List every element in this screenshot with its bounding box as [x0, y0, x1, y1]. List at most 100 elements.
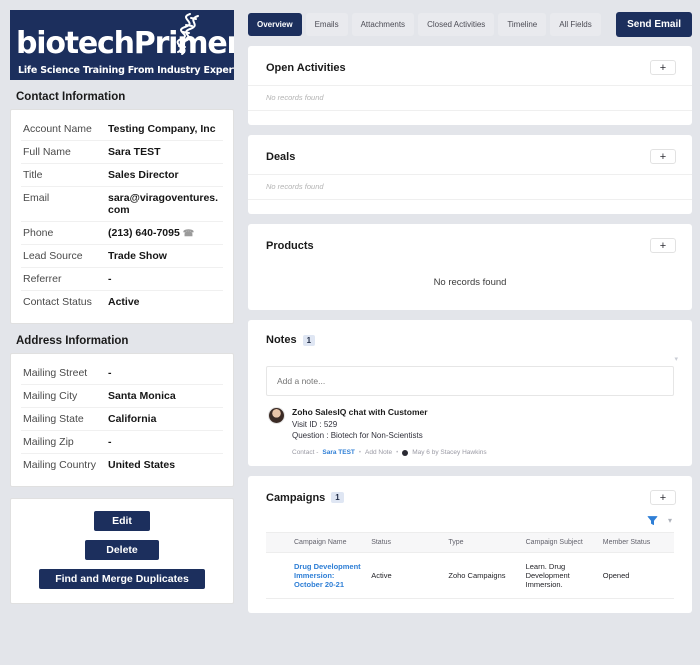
note-meta-row: Contact - Sara TEST • Add Note • May 6 b… — [292, 449, 674, 456]
campaigns-col-status: Status — [365, 533, 442, 553]
campaigns-col-campaign-subject: Campaign Subject — [520, 533, 597, 553]
field-value: sara@viragoventures.com — [108, 192, 223, 216]
note-author-avatar — [268, 407, 285, 424]
field-row-contact-status: Contact Status Active — [21, 291, 223, 313]
send-email-button[interactable]: Send Email — [616, 12, 692, 37]
campaigns-table: Campaign Name Status Type Campaign Subje… — [266, 532, 674, 599]
add-note-input[interactable] — [266, 366, 674, 396]
products-header: Products + — [248, 224, 692, 263]
campaigns-cell-spacer — [266, 553, 288, 599]
field-value: - — [108, 367, 112, 379]
field-label: Mailing Zip — [23, 436, 108, 448]
deals-header: Deals + — [248, 135, 692, 174]
contact-information-heading: Contact Information — [16, 91, 234, 103]
open-activities-card: Open Activities + No records found — [248, 46, 692, 125]
notes-card: Notes 1 ▾ Zoho SalesIQ chat with Custome… — [248, 320, 692, 466]
tab-emails[interactable]: Emails — [306, 13, 348, 36]
field-row-phone: Phone (213) 640-7095☎ — [21, 222, 223, 245]
campaigns-cell-status: Active — [365, 553, 442, 599]
phone-number-text: (213) 640-7095 — [108, 227, 180, 239]
note-meta-contact-label: Contact - — [292, 449, 318, 456]
delete-button[interactable]: Delete — [85, 540, 159, 560]
logo-tagline: Life Science Training From Industry Expe… — [18, 65, 234, 76]
notes-count-badge: 1 — [303, 335, 315, 346]
field-row-email: Email sara@viragoventures.com — [21, 187, 223, 222]
field-label: Title — [23, 169, 108, 181]
field-label: Full Name — [23, 146, 108, 158]
right-panel: Overview Emails Attachments Closed Activ… — [242, 0, 700, 665]
tab-closed-activities[interactable]: Closed Activities — [418, 13, 494, 36]
field-row-full-name: Full Name Sara TEST — [21, 141, 223, 164]
field-value: Active — [108, 296, 140, 308]
campaigns-cell-subject: Learn. Drug Development Immersion. — [520, 553, 597, 599]
campaigns-cell-type: Zoho Campaigns — [442, 553, 519, 599]
field-label: Phone — [23, 227, 108, 239]
tab-overview[interactable]: Overview — [248, 13, 302, 36]
field-row-mailing-zip: Mailing Zip - — [21, 431, 223, 454]
notes-title: Notes — [266, 334, 297, 346]
note-meta-add-note-link[interactable]: Add Note — [365, 449, 392, 456]
add-deal-button[interactable]: + — [650, 149, 676, 164]
field-label: Mailing Country — [23, 459, 108, 471]
open-activities-header: Open Activities + — [248, 46, 692, 85]
open-activities-empty-text: No records found — [248, 85, 692, 111]
phone-call-icon[interactable]: ☎ — [183, 228, 194, 239]
add-open-activity-button[interactable]: + — [650, 60, 676, 75]
filter-icon[interactable] — [647, 515, 658, 526]
tab-attachments[interactable]: Attachments — [352, 13, 414, 36]
field-value: Sales Director — [108, 169, 179, 181]
field-row-mailing-city: Mailing City Santa Monica — [21, 385, 223, 408]
company-logo-banner: biotechPrimer Life Science Training From… — [10, 10, 234, 80]
field-row-account-name: Account Name Testing Company, Inc — [21, 118, 223, 141]
products-title: Products — [266, 240, 314, 252]
note-meta-contact-link[interactable]: Sara TEST — [322, 449, 355, 456]
campaigns-title: Campaigns — [266, 492, 325, 504]
address-information-card: Mailing Street - Mailing City Santa Moni… — [10, 353, 234, 487]
tab-timeline[interactable]: Timeline — [498, 13, 546, 36]
note-meta-separator-icon: • — [359, 450, 361, 456]
field-row-mailing-street: Mailing Street - — [21, 362, 223, 385]
field-row-referrer: Referrer - — [21, 268, 223, 291]
note-meta-separator-icon-2: • — [396, 450, 398, 456]
campaigns-chevron-down-icon[interactable]: ▾ — [668, 517, 672, 525]
campaigns-header-row: Campaign Name Status Type Campaign Subje… — [266, 533, 674, 553]
deals-empty-text: No records found — [248, 174, 692, 200]
note-input-wrapper — [248, 363, 692, 396]
note-question: Question : Biotech for Non-Scientists — [292, 431, 674, 440]
record-actions-card: Edit Delete Find and Merge Duplicates — [10, 498, 234, 604]
edit-button[interactable]: Edit — [94, 511, 150, 531]
campaigns-cell-name[interactable]: Drug Development Immersion: October 20-2… — [288, 553, 365, 599]
notes-collapse-chevron-icon[interactable]: ▾ — [248, 356, 692, 363]
campaigns-col-campaign-name: Campaign Name — [288, 533, 365, 553]
add-campaign-button[interactable]: + — [650, 490, 676, 505]
deals-card: Deals + No records found — [248, 135, 692, 214]
campaigns-table-head: Campaign Name Status Type Campaign Subje… — [266, 533, 674, 553]
contact-detail-page: biotechPrimer Life Science Training From… — [0, 0, 700, 665]
field-row-mailing-country: Mailing Country United States — [21, 454, 223, 476]
field-row-mailing-state: Mailing State California — [21, 408, 223, 431]
field-label: Lead Source — [23, 250, 108, 262]
notes-header: Notes 1 — [248, 320, 692, 356]
contact-information-card: Account Name Testing Company, Inc Full N… — [10, 109, 234, 324]
field-label: Mailing State — [23, 413, 108, 425]
note-meta-date: May 6 by Stacey Hawkins — [412, 449, 486, 456]
logo-word-primer: Primer — [134, 26, 234, 61]
field-value: (213) 640-7095☎ — [108, 227, 194, 239]
add-product-button[interactable]: + — [650, 238, 676, 253]
field-value: California — [108, 413, 156, 425]
field-value: - — [108, 436, 112, 448]
table-row[interactable]: Drug Development Immersion: October 20-2… — [266, 553, 674, 599]
deals-title: Deals — [266, 151, 295, 163]
field-value: Trade Show — [108, 250, 167, 262]
find-and-merge-duplicates-button[interactable]: Find and Merge Duplicates — [39, 569, 205, 589]
field-label: Referrer — [23, 273, 108, 285]
note-visit-id: Visit ID : 529 — [292, 420, 674, 429]
field-label: Account Name — [23, 123, 108, 135]
campaigns-count-badge: 1 — [331, 492, 343, 503]
tab-all-fields[interactable]: All Fields — [550, 13, 600, 36]
note-title: Zoho SalesIQ chat with Customer — [292, 407, 674, 417]
campaigns-cell-member-status: Opened — [597, 553, 674, 599]
field-label: Mailing City — [23, 390, 108, 402]
campaigns-col-member-status: Member Status — [597, 533, 674, 553]
field-label: Mailing Street — [23, 367, 108, 379]
